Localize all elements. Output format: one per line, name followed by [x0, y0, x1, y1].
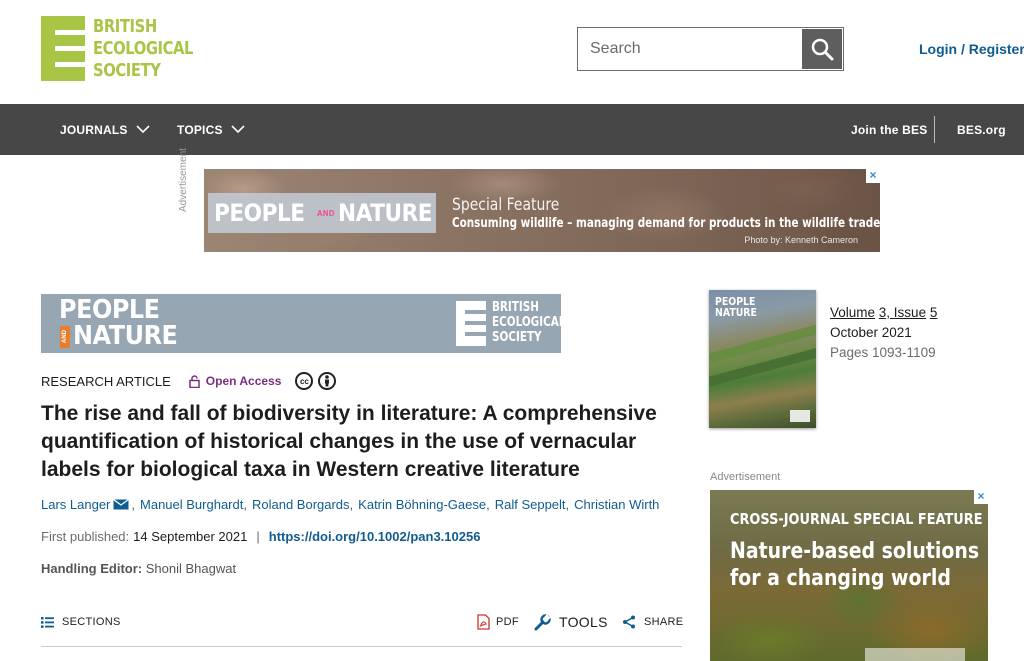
publication-info: First published: 14 September 2021 | htt…	[41, 529, 480, 544]
author-link[interactable]: Katrin Böhning-Gaese	[358, 497, 486, 512]
author-link[interactable]: Ralf Seppelt	[495, 497, 566, 512]
envelope-icon[interactable]	[113, 499, 130, 510]
journal-title-nature: NATURE	[73, 321, 178, 351]
pdf-button[interactable]: PDF	[477, 610, 519, 634]
issue-date: October 2021	[830, 325, 912, 340]
article-toolbar: SECTIONS PDF TOOLS SHARE	[41, 610, 683, 634]
side-ad-title: Nature-based solutions for a changing wo…	[730, 539, 980, 591]
cover-bes-logo	[790, 410, 810, 422]
banner-headline: Special Feature	[452, 195, 560, 215]
banner-brand: PEOPLE AND NATURE	[208, 193, 436, 233]
nav-topics-label: TOPICS	[177, 122, 223, 137]
nav-bes-org[interactable]: BES.org	[957, 104, 1006, 155]
advertisement-label: Advertisement	[178, 148, 189, 212]
chevron-down-icon	[231, 125, 245, 134]
tools-label: TOOLS	[559, 614, 608, 630]
banner-brand-nature: NATURE	[338, 199, 433, 227]
search-input[interactable]	[590, 37, 790, 61]
divider	[41, 646, 682, 647]
license-icons[interactable]: cc	[295, 372, 337, 390]
handling-editor-name: Shonil Bhagwat	[145, 561, 237, 576]
first-published-date: 14 September 2021	[133, 529, 248, 544]
article-title: The rise and fall of biodiversity in lit…	[41, 402, 657, 481]
search-icon	[811, 38, 834, 61]
pdf-label: PDF	[496, 616, 519, 628]
close-ad-button[interactable]: ×	[866, 169, 880, 183]
issue-pages: Pages 1093-1109	[830, 345, 936, 360]
doi-link[interactable]: https://doi.org/10.1002/pan3.10256	[269, 529, 481, 544]
side-ad[interactable]: CROSS-JOURNAL SPECIAL FEATURE Nature-bas…	[710, 490, 988, 661]
author-link[interactable]: Roland Borgards	[252, 497, 350, 512]
tools-button[interactable]: TOOLS	[534, 610, 608, 634]
nav-join-bes[interactable]: Join the BES	[851, 104, 927, 155]
site-header: BRITISH ECOLOGICAL SOCIETY Login / Regis…	[0, 0, 1024, 104]
first-published-label: First published:	[41, 529, 130, 544]
bes-logo[interactable]: BRITISH ECOLOGICAL SOCIETY	[41, 16, 193, 82]
close-ad-button[interactable]: ×	[974, 490, 988, 504]
open-access-badge[interactable]: Open Access	[189, 374, 282, 388]
banner-brand-and: AND	[316, 208, 335, 218]
bes-logo-text: BRITISH ECOLOGICAL SOCIETY	[492, 300, 566, 345]
open-access-label: Open Access	[205, 374, 282, 388]
by-icon	[318, 372, 337, 390]
share-icon	[623, 615, 635, 629]
search-box	[577, 27, 844, 71]
separator: |	[256, 529, 260, 544]
sections-button[interactable]: SECTIONS	[41, 610, 121, 634]
cover-title: PEOPLE NATURE	[715, 295, 757, 319]
issue-link[interactable]: 5	[930, 305, 938, 320]
search-button[interactable]	[802, 29, 842, 69]
login-register-link[interactable]: Login / Register	[919, 41, 1024, 57]
banner-subline: Consuming wildlife – managing demand for…	[452, 216, 880, 231]
author-list: Lars Langer , Manuel Burghardt , Roland …	[41, 497, 660, 512]
journal-banner[interactable]: PEOPLE AND NATURE BRITISH ECOLOGICAL SOC…	[41, 294, 565, 353]
pdf-icon	[477, 614, 490, 630]
bes-logo-mark	[41, 16, 85, 81]
bes-logo-mark	[456, 301, 486, 346]
bes-logo-text: BRITISH ECOLOGICAL SOCIETY	[93, 16, 194, 81]
sections-label: SECTIONS	[62, 616, 121, 628]
main-nav: JOURNALS TOPICS Join the BES BES.org	[0, 104, 1024, 155]
handling-editor: Handling Editor: Shonil Bhagwat	[41, 561, 236, 576]
list-icon	[41, 616, 54, 628]
volume-issue-link[interactable]: 3, Issue	[879, 305, 926, 320]
nav-divider	[934, 116, 935, 143]
banner-photo-credit: Photo by: Kenneth Cameron	[744, 235, 858, 245]
side-ad-footer-logos	[865, 648, 965, 661]
banner-brand-people: PEOPLE	[214, 199, 305, 227]
author-link[interactable]: Lars Langer	[41, 497, 110, 512]
side-ad-heading: CROSS-JOURNAL SPECIAL FEATURE	[730, 510, 983, 528]
share-label: SHARE	[644, 616, 684, 628]
volume-link[interactable]: Volume	[830, 305, 875, 320]
cc-icon: cc	[295, 372, 314, 390]
nav-bes-org-label: BES.org	[957, 122, 1006, 137]
chevron-down-icon	[136, 125, 150, 134]
nav-journals-label: JOURNALS	[60, 122, 128, 137]
handling-editor-label: Handling Editor:	[41, 561, 143, 576]
unlock-icon	[189, 374, 200, 388]
advertisement-label: Advertisement	[710, 471, 781, 483]
article-type: RESEARCH ARTICLE	[41, 373, 171, 389]
journal-title-and: AND	[60, 326, 70, 348]
author-link[interactable]: Manuel Burghardt	[140, 497, 243, 512]
banner-ad[interactable]: PEOPLE AND NATURE Special Feature Consum…	[204, 169, 880, 252]
nav-join-bes-label: Join the BES	[851, 122, 928, 137]
wrench-icon	[534, 613, 551, 630]
issue-info: Volume 3, Issue 5 October 2021 Pages 109…	[830, 303, 937, 363]
share-button[interactable]: SHARE	[622, 610, 683, 634]
author-link[interactable]: Christian Wirth	[574, 497, 659, 512]
issue-cover[interactable]: PEOPLE NATURE	[709, 290, 816, 428]
nav-journals[interactable]: JOURNALS	[60, 104, 150, 155]
journal-title-people: PEOPLE	[59, 295, 160, 325]
article-type-row: RESEARCH ARTICLE Open Access cc	[41, 372, 337, 390]
